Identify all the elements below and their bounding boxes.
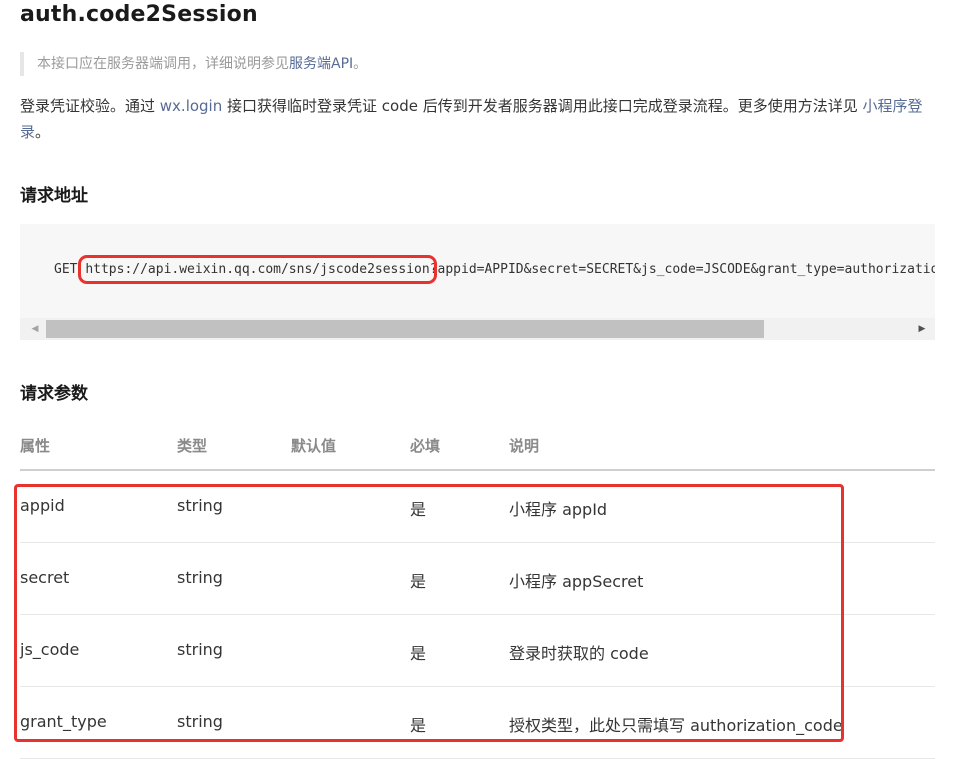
param-required: 是 bbox=[410, 644, 427, 663]
scroll-right-arrow-icon[interactable]: ▶ bbox=[911, 318, 933, 340]
request-url-heading: 请求地址 bbox=[20, 186, 88, 206]
param-description: 小程序 appSecret bbox=[509, 572, 644, 591]
table-header-row: 属性 类型 默认值 必填 说明 bbox=[20, 425, 935, 471]
desc-part-2: 接口获得临时登录凭证 code 后传到开发者服务器调用此接口完成登录流程。更多使… bbox=[222, 97, 863, 115]
table-row: appid string 是 小程序 appId bbox=[20, 471, 935, 543]
param-type: string bbox=[177, 640, 223, 659]
table-row: js_code string 是 登录时获取的 code bbox=[20, 615, 935, 687]
server-note-suffix: 。 bbox=[353, 56, 368, 72]
scrollbar-thumb[interactable] bbox=[46, 320, 764, 338]
param-type: string bbox=[177, 496, 223, 515]
page-title: auth.code2Session bbox=[20, 2, 258, 27]
server-note: 本接口应在服务器端调用，详细说明参见服务端API。 bbox=[20, 52, 367, 76]
wx-login-link[interactable]: wx.login bbox=[160, 97, 222, 115]
api-description: 登录凭证校验。通过 wx.login 接口获得临时登录凭证 code 后传到开发… bbox=[20, 93, 935, 145]
request-url-code-block: GET https://api.weixin.qq.com/sns/jscode… bbox=[20, 224, 935, 340]
param-type: string bbox=[177, 712, 223, 731]
column-header-required: 必填 bbox=[410, 437, 441, 455]
request-url-query: ?appid=APPID&secret=SECRET&js_code=JSCOD… bbox=[429, 262, 935, 277]
horizontal-scrollbar[interactable]: ◀ ▶ bbox=[20, 318, 935, 340]
column-header-default: 默认值 bbox=[291, 437, 337, 455]
request-params-heading: 请求参数 bbox=[20, 384, 88, 404]
table-row: grant_type string 是 授权类型，此处只需填写 authoriz… bbox=[20, 687, 935, 759]
param-type: string bbox=[177, 568, 223, 587]
params-table: 属性 类型 默认值 必填 说明 appid string 是 小程序 appId… bbox=[14, 425, 935, 759]
column-header-type: 类型 bbox=[177, 437, 208, 455]
param-name: secret bbox=[20, 568, 70, 587]
param-required: 是 bbox=[410, 572, 427, 591]
request-url-endpoint: https://api.weixin.qq.com/sns/jscode2ses… bbox=[78, 255, 437, 284]
param-description: 登录时获取的 code bbox=[509, 644, 649, 663]
table-row: secret string 是 小程序 appSecret bbox=[20, 543, 935, 615]
request-url-line: GET https://api.weixin.qq.com/sns/jscode… bbox=[54, 255, 935, 284]
param-required: 是 bbox=[410, 500, 427, 519]
desc-part-3: 。 bbox=[35, 123, 51, 141]
desc-part-1: 登录凭证校验。通过 bbox=[20, 97, 160, 115]
column-header-description: 说明 bbox=[509, 437, 540, 455]
param-name: appid bbox=[20, 496, 65, 515]
param-required: 是 bbox=[410, 716, 427, 735]
param-description: 授权类型，此处只需填写 authorization_code bbox=[509, 716, 843, 735]
column-header-name: 属性 bbox=[20, 437, 51, 455]
param-name: js_code bbox=[20, 640, 80, 659]
scroll-left-arrow-icon[interactable]: ◀ bbox=[24, 318, 46, 340]
http-method: GET bbox=[54, 262, 78, 277]
server-api-link[interactable]: 服务端API bbox=[289, 56, 353, 72]
server-note-text: 本接口应在服务器端调用，详细说明参见 bbox=[37, 56, 289, 72]
param-name: grant_type bbox=[20, 712, 107, 731]
param-description: 小程序 appId bbox=[509, 500, 608, 519]
